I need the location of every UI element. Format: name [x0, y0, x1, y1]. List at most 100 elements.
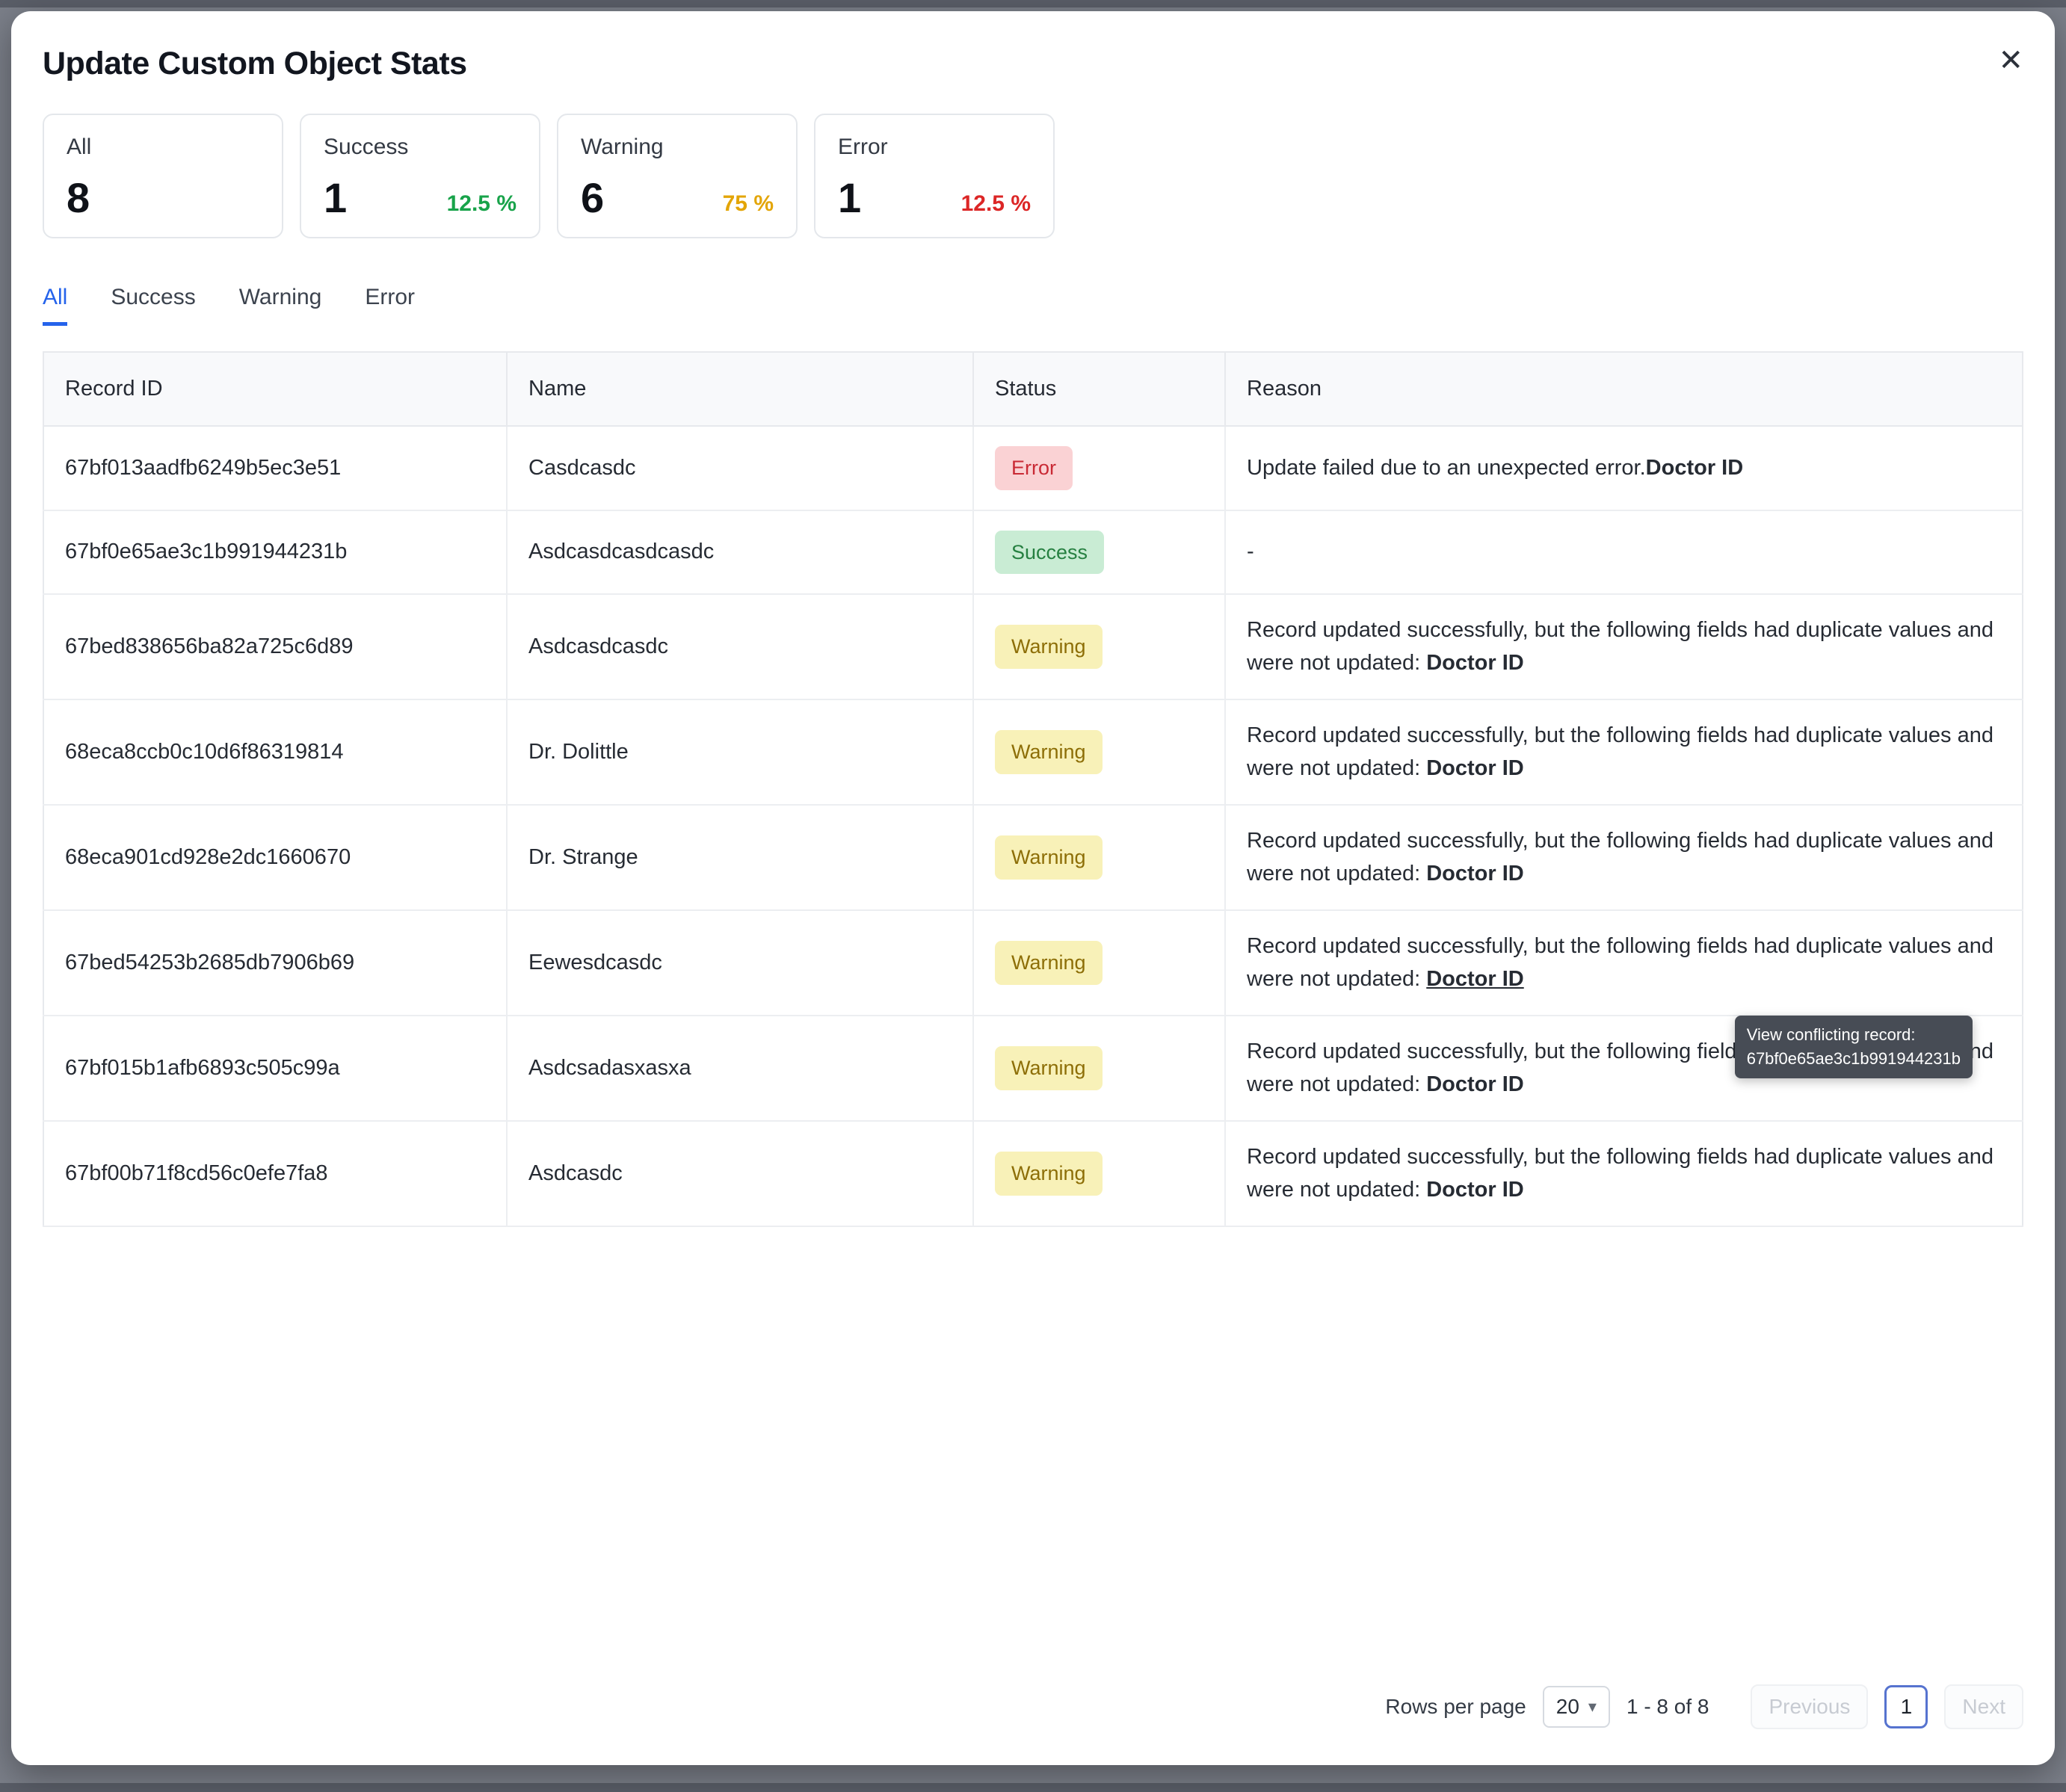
- stat-card-warning: Warning 6 75 %: [557, 114, 798, 238]
- reason-field-name: Doctor ID: [1426, 1072, 1524, 1096]
- stat-percent-warning: 75 %: [723, 191, 774, 219]
- stat-value-warning: 6: [581, 177, 604, 219]
- reason-text: -: [1247, 540, 1254, 563]
- status-cell: Warning: [973, 910, 1225, 1016]
- record-id-cell: 67bf00b71f8cd56c0efe7fa8: [43, 1121, 507, 1226]
- close-icon[interactable]: ✕: [1998, 46, 2023, 75]
- table-header-row: Record ID Name Status Reason: [43, 352, 2023, 426]
- table-row: 67bf0e65ae3c1b991944231b Asdcasdcasdcasd…: [43, 510, 2023, 595]
- reason-text: Update failed due to an unexpected error…: [1247, 456, 1646, 480]
- tab-success[interactable]: Success: [111, 285, 195, 326]
- column-header-status: Status: [973, 352, 1225, 426]
- record-id-cell: 68eca901cd928e2dc1660670: [43, 805, 507, 910]
- backdrop: Update Custom Object Stats ✕ All 8 Succe…: [0, 0, 2066, 1792]
- name-cell: Eewesdcasdc: [507, 910, 973, 1016]
- stat-card-error: Error 1 12.5 %: [814, 114, 1055, 238]
- table-row: 67bed54253b2685db7906b69 Eewesdcasdc War…: [43, 910, 2023, 1016]
- rows-per-page-select[interactable]: 20 ▾: [1543, 1686, 1610, 1728]
- status-badge: Warning: [995, 1046, 1103, 1090]
- status-cell: Warning: [973, 1016, 1225, 1121]
- name-cell: Dr. Dolittle: [507, 699, 973, 805]
- reason-field-name: Doctor ID: [1646, 456, 1744, 480]
- column-header-reason: Reason: [1225, 352, 2023, 426]
- status-badge: Warning: [995, 730, 1103, 774]
- status-cell: Warning: [973, 805, 1225, 910]
- status-cell: Success: [973, 510, 1225, 595]
- stat-value-success: 1: [324, 177, 347, 219]
- tab-all[interactable]: All: [43, 285, 67, 326]
- table-row: 68eca901cd928e2dc1660670 Dr. Strange War…: [43, 805, 2023, 910]
- stat-value-all: 8: [67, 177, 90, 219]
- record-id-cell: 67bf013aadfb6249b5ec3e51: [43, 426, 507, 510]
- reason-cell: Record updated successfully, but the fol…: [1225, 699, 2023, 805]
- name-cell: Asdcasdcasdcasdc: [507, 510, 973, 595]
- status-badge: Warning: [995, 625, 1103, 669]
- reason-text: Record updated successfully, but the fol…: [1247, 618, 1993, 675]
- chevron-down-icon: ▾: [1588, 1697, 1597, 1717]
- reason-text: Record updated successfully, but the fol…: [1247, 829, 1993, 886]
- page-title: Update Custom Object Stats: [43, 46, 2023, 82]
- status-tabs: All Success Warning Error: [43, 285, 2023, 326]
- stat-value-error: 1: [838, 177, 861, 219]
- status-cell: Warning: [973, 1121, 1225, 1226]
- stat-percent-error: 12.5 %: [961, 191, 1031, 219]
- page-1-button[interactable]: 1: [1884, 1685, 1928, 1728]
- reason-cell: Record updated successfully, but the fol…: [1225, 1121, 2023, 1226]
- stat-label-warning: Warning: [581, 135, 774, 160]
- rows-per-page-label: Rows per page: [1385, 1695, 1526, 1719]
- modal-header: Update Custom Object Stats ✕: [43, 46, 2023, 82]
- stat-percent-success: 12.5 %: [447, 191, 516, 219]
- status-cell: Warning: [973, 699, 1225, 805]
- name-cell: Asdcasdc: [507, 1121, 973, 1226]
- reason-text: Record updated successfully, but the fol…: [1247, 934, 1993, 991]
- column-header-record-id: Record ID: [43, 352, 507, 426]
- status-badge: Warning: [995, 941, 1103, 985]
- status-badge: Success: [995, 531, 1104, 575]
- rows-per-page-value: 20: [1556, 1695, 1579, 1719]
- reason-text: Record updated successfully, but the fol…: [1247, 723, 1993, 780]
- table-row: 67bf00b71f8cd56c0efe7fa8 Asdcasdc Warnin…: [43, 1121, 2023, 1226]
- reason-cell: Record updated successfully, but the fol…: [1225, 805, 2023, 910]
- status-badge: Warning: [995, 1152, 1103, 1196]
- reason-cell: Record updated successfully, but the fol…: [1225, 910, 2023, 1016]
- stat-label-all: All: [67, 135, 259, 160]
- reason-cell: Record updated successfully, but the fol…: [1225, 594, 2023, 699]
- conflicting-record-link[interactable]: Doctor ID: [1426, 967, 1524, 991]
- name-cell: Dr. Strange: [507, 805, 973, 910]
- tab-warning[interactable]: Warning: [239, 285, 322, 326]
- reason-text: Record updated successfully, but the fol…: [1247, 1145, 1993, 1202]
- table-row: 67bf013aadfb6249b5ec3e51 Casdcasdc Error…: [43, 426, 2023, 510]
- page-range: 1 - 8 of 8: [1626, 1695, 1709, 1719]
- stat-card-all: All 8: [43, 114, 283, 238]
- reason-field-name: Doctor ID: [1426, 862, 1524, 886]
- column-header-name: Name: [507, 352, 973, 426]
- record-id-cell: 67bed838656ba82a725c6d89: [43, 594, 507, 699]
- next-button[interactable]: Next: [1944, 1684, 2023, 1729]
- status-cell: Warning: [973, 594, 1225, 699]
- reason-field-name: Doctor ID: [1426, 651, 1524, 675]
- empty-space: [43, 1227, 2023, 1684]
- pagination: Rows per page 20 ▾ 1 - 8 of 8 Previous 1…: [43, 1684, 2023, 1732]
- status-cell: Error: [973, 426, 1225, 510]
- table-row: 67bf015b1afb6893c505c99a Asdcsadasxasxa …: [43, 1016, 2023, 1121]
- record-id-cell: 67bf0e65ae3c1b991944231b: [43, 510, 507, 595]
- status-badge: Error: [995, 446, 1073, 490]
- status-badge: Warning: [995, 835, 1103, 880]
- name-cell: Casdcasdc: [507, 426, 973, 510]
- stat-card-success: Success 1 12.5 %: [300, 114, 540, 238]
- record-id-cell: 67bf015b1afb6893c505c99a: [43, 1016, 507, 1121]
- stat-label-success: Success: [324, 135, 516, 160]
- reason-field-name: Doctor ID: [1426, 1178, 1524, 1202]
- table-row: 68eca8ccb0c10d6f86319814 Dr. Dolittle Wa…: [43, 699, 2023, 805]
- reason-field-name: Doctor ID: [1426, 756, 1524, 780]
- tab-error[interactable]: Error: [365, 285, 415, 326]
- previous-button[interactable]: Previous: [1751, 1684, 1868, 1729]
- record-id-cell: 68eca8ccb0c10d6f86319814: [43, 699, 507, 805]
- record-id-cell: 67bed54253b2685db7906b69: [43, 910, 507, 1016]
- reason-cell: Update failed due to an unexpected error…: [1225, 426, 2023, 510]
- conflicting-record-tooltip: View conflicting record: 67bf0e65ae3c1b9…: [1735, 1016, 1973, 1078]
- table-row: 67bed838656ba82a725c6d89 Asdcasdcasdc Wa…: [43, 594, 2023, 699]
- reason-cell: -: [1225, 510, 2023, 595]
- update-custom-object-stats-modal: Update Custom Object Stats ✕ All 8 Succe…: [11, 11, 2055, 1765]
- stat-label-error: Error: [838, 135, 1031, 160]
